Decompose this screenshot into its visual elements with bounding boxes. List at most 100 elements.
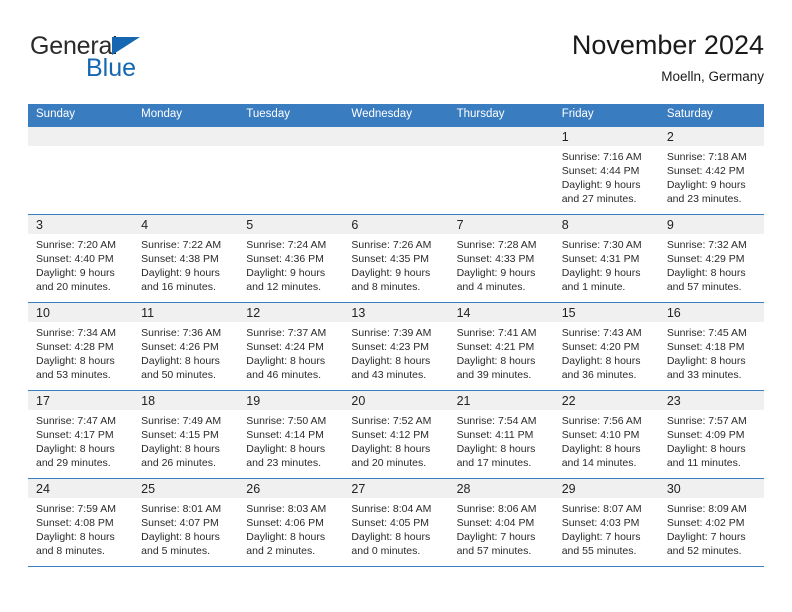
daylight-text: Daylight: 8 hours [561,442,641,455]
day-details: Sunrise: 7:16 AM Sunset: 4:44 PM Dayligh… [554,146,659,207]
day-cell [28,125,134,214]
day-details [133,146,238,150]
day-number: 3 [28,214,134,234]
weekday-header-tuesday: Tuesday [238,104,344,126]
sunset-text: Sunset: 4:09 PM [666,428,745,441]
sunset-text: Sunset: 4:11 PM [456,428,534,441]
day-details: Sunrise: 7:24 AM Sunset: 4:36 PM Dayligh… [238,234,343,295]
title-block: November 2024 Moelln, Germany [572,28,764,87]
daylight-text-cont: and 57 minutes. [456,545,532,558]
day-cell: 5 Sunrise: 7:24 AM Sunset: 4:36 PM Dayli… [238,213,344,302]
calendar-week-row: 17 Sunrise: 7:47 AM Sunset: 4:17 PM Dayl… [28,389,764,478]
weekday-header-monday: Monday [133,104,239,126]
day-cell: 16 Sunrise: 7:45 AM Sunset: 4:18 PM Dayl… [658,301,764,390]
sunset-text: Sunset: 4:08 PM [36,516,114,529]
day-details: Sunrise: 7:57 AM Sunset: 4:09 PM Dayligh… [659,410,764,471]
day-cell: 21 Sunrise: 7:54 AM Sunset: 4:11 PM Dayl… [448,389,554,478]
page-header: General Blue November 2024 Moelln, Germa… [28,28,764,96]
day-details: Sunrise: 8:06 AM Sunset: 4:04 PM Dayligh… [449,498,554,559]
day-cell: 1 Sunrise: 7:16 AM Sunset: 4:44 PM Dayli… [553,125,659,214]
daylight-text: Daylight: 7 hours [561,530,641,543]
sunrise-text: Sunrise: 7:52 AM [351,414,432,427]
daylight-text: Daylight: 9 hours [351,266,431,279]
day-number: 21 [448,390,554,410]
location-subtitle: Moelln, Germany [661,69,764,84]
day-details: Sunrise: 7:49 AM Sunset: 4:15 PM Dayligh… [133,410,238,471]
daylight-text: Daylight: 8 hours [141,442,220,455]
day-details: Sunrise: 7:22 AM Sunset: 4:38 PM Dayligh… [133,234,238,295]
sunrise-text: Sunrise: 8:07 AM [561,502,642,515]
day-details: Sunrise: 7:56 AM Sunset: 4:10 PM Dayligh… [554,410,659,471]
day-details: Sunrise: 7:32 AM Sunset: 4:29 PM Dayligh… [659,234,764,295]
sunrise-text: Sunrise: 7:50 AM [246,414,327,427]
daylight-text: Daylight: 8 hours [246,530,326,543]
day-cell: 2 Sunrise: 7:18 AM Sunset: 4:42 PM Dayli… [658,125,764,214]
calendar-page: General Blue November 2024 Moelln, Germa… [0,0,792,612]
day-cell: 26 Sunrise: 8:03 AM Sunset: 4:06 PM Dayl… [238,477,344,567]
day-number: 29 [553,478,659,498]
daylight-text-cont: and 1 minute. [561,281,626,294]
day-number: 20 [343,390,449,410]
day-details: Sunrise: 8:09 AM Sunset: 4:02 PM Dayligh… [659,498,764,559]
daylight-text: Daylight: 8 hours [36,442,115,455]
day-number: 12 [238,302,344,322]
sunset-text: Sunset: 4:05 PM [351,516,430,529]
day-details: Sunrise: 8:07 AM Sunset: 4:03 PM Dayligh… [554,498,659,559]
day-cell: 4 Sunrise: 7:22 AM Sunset: 4:38 PM Dayli… [133,213,239,302]
day-number: 28 [448,478,554,498]
daylight-text-cont: and 8 minutes. [36,545,105,558]
sunrise-text: Sunrise: 7:37 AM [246,326,327,339]
daylight-text: Daylight: 7 hours [666,530,746,543]
day-number: 27 [343,478,449,498]
day-cell: 11 Sunrise: 7:36 AM Sunset: 4:26 PM Dayl… [133,301,239,390]
day-details [343,146,448,150]
day-cell: 13 Sunrise: 7:39 AM Sunset: 4:23 PM Dayl… [343,301,449,390]
day-number: 4 [133,214,239,234]
daylight-text: Daylight: 8 hours [351,530,431,543]
daylight-text-cont: and 11 minutes. [666,457,741,470]
logo-triangle-icon [112,37,140,55]
day-details: Sunrise: 7:36 AM Sunset: 4:26 PM Dayligh… [133,322,238,383]
day-number: 14 [448,302,554,322]
sunrise-text: Sunrise: 7:57 AM [666,414,747,427]
sunset-text: Sunset: 4:02 PM [666,516,745,529]
daylight-text: Daylight: 8 hours [456,442,536,455]
day-number: 5 [238,214,344,234]
calendar-week-row: 1 Sunrise: 7:16 AM Sunset: 4:44 PM Dayli… [28,125,764,214]
day-details: Sunrise: 8:04 AM Sunset: 4:05 PM Dayligh… [343,498,448,559]
day-cell: 23 Sunrise: 7:57 AM Sunset: 4:09 PM Dayl… [658,389,764,478]
daylight-text: Daylight: 9 hours [246,266,326,279]
daylight-text-cont: and 29 minutes. [36,457,111,470]
day-details: Sunrise: 7:52 AM Sunset: 4:12 PM Dayligh… [343,410,448,471]
sunset-text: Sunset: 4:29 PM [666,252,745,265]
weekday-header-saturday: Saturday [658,104,764,126]
sunrise-text: Sunrise: 7:32 AM [666,238,747,251]
daylight-text: Daylight: 8 hours [666,266,746,279]
day-cell [238,125,344,214]
general-blue-logo[interactable]: General Blue [28,32,228,90]
daylight-text: Daylight: 9 hours [141,266,220,279]
sunrise-text: Sunrise: 7:34 AM [36,326,116,339]
daylight-text: Daylight: 8 hours [246,354,326,367]
day-details: Sunrise: 7:18 AM Sunset: 4:42 PM Dayligh… [659,146,764,207]
calendar-week-row: 24 Sunrise: 7:59 AM Sunset: 4:08 PM Dayl… [28,477,764,567]
daylight-text-cont: and 2 minutes. [246,545,316,558]
day-number [133,126,239,146]
day-number: 18 [133,390,239,410]
day-details: Sunrise: 7:28 AM Sunset: 4:33 PM Dayligh… [449,234,554,295]
sunrise-text: Sunrise: 7:24 AM [246,238,327,251]
sunrise-text: Sunrise: 7:49 AM [141,414,222,427]
day-details: Sunrise: 7:34 AM Sunset: 4:28 PM Dayligh… [28,322,133,383]
day-details: Sunrise: 7:39 AM Sunset: 4:23 PM Dayligh… [343,322,448,383]
day-cell: 14 Sunrise: 7:41 AM Sunset: 4:21 PM Dayl… [448,301,554,390]
sunrise-text: Sunrise: 7:30 AM [561,238,642,251]
daylight-text-cont: and 12 minutes. [246,281,321,294]
logo-text-blue: Blue [86,54,137,82]
sunrise-text: Sunrise: 7:36 AM [141,326,222,339]
daylight-text: Daylight: 8 hours [456,354,536,367]
day-number: 25 [133,478,239,498]
sunset-text: Sunset: 4:14 PM [246,428,324,441]
sunset-text: Sunset: 4:10 PM [561,428,640,441]
day-details: Sunrise: 7:54 AM Sunset: 4:11 PM Dayligh… [449,410,554,471]
day-number: 22 [553,390,659,410]
